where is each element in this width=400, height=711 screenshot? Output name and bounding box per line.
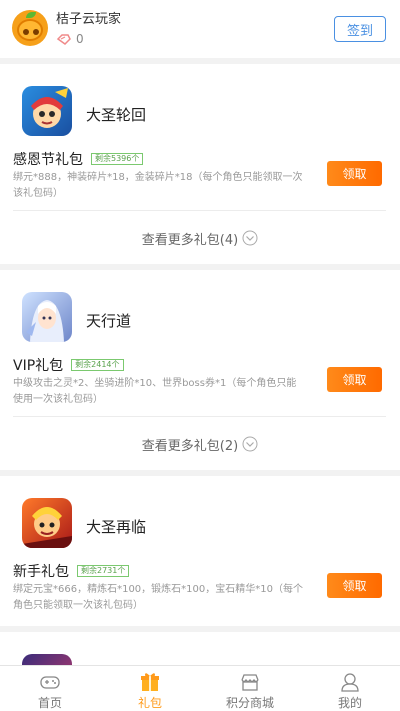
remain-badge: 剩余2414个 — [71, 359, 124, 371]
claim-button[interactable]: 领取 — [327, 367, 382, 392]
nav-gift[interactable]: 礼包 — [100, 666, 200, 711]
claim-button[interactable]: 领取 — [327, 161, 382, 186]
nav-mall[interactable]: 积分商城 — [200, 666, 300, 711]
gift-title-row: 新手礼包 剩余2731个 — [13, 561, 130, 581]
remain-badge: 剩余2731个 — [77, 565, 130, 577]
remain-badge: 剩余5396个 — [91, 153, 144, 165]
gift-title-row: 感恩节礼包 剩余5396个 — [13, 149, 144, 169]
nav-home-label: 首页 — [37, 696, 62, 710]
gift-title: VIP礼包 — [13, 358, 64, 374]
nav-mine[interactable]: 我的 — [300, 666, 400, 711]
nav-gift-label: 礼包 — [137, 696, 162, 710]
game-icon[interactable] — [22, 292, 72, 342]
bottom-nav: 首页 礼包 积分商城 我的 — [0, 665, 400, 711]
gift-desc: 中级攻击之灵*2、坐骑进阶*10、世界boss券*1（每个角色只能使用一次该礼包… — [13, 378, 297, 405]
game-name: 大圣再临 — [86, 518, 147, 536]
gift-icon — [141, 673, 159, 691]
nav-home[interactable]: 首页 — [0, 666, 100, 711]
nav-mall-label: 积分商城 — [225, 696, 274, 710]
page: 桔子云玩家 0 签到 大圣轮回 感恩节礼包 剩余5396个 绑元*888，神装碎… — [0, 0, 400, 711]
candy-icon — [56, 34, 71, 45]
game-row[interactable]: 大圣再临 — [0, 476, 400, 560]
points-row: 0 — [56, 32, 84, 46]
chevron-down-icon — [242, 436, 258, 452]
game-icon[interactable] — [22, 498, 72, 548]
gift-title-row: VIP礼包 剩余2414个 — [13, 355, 124, 375]
game-row[interactable]: 大圣轮回 — [0, 64, 400, 148]
points-value: 0 — [76, 32, 84, 46]
gamepad-icon — [40, 676, 60, 689]
gift-title: 感恩节礼包 — [13, 152, 83, 168]
divider — [13, 210, 386, 211]
more-gifts-label: 查看更多礼包(4) — [141, 232, 239, 248]
more-gifts-label: 查看更多礼包(2) — [141, 438, 239, 454]
game-name: 天行道 — [86, 312, 132, 330]
game-card: 天行道 VIP礼包 剩余2414个 中级攻击之灵*2、坐骑进阶*10、世界bos… — [0, 270, 400, 470]
claim-button[interactable]: 领取 — [327, 573, 382, 598]
gift-desc: 绑定元宝*666，精炼石*100，锻炼石*100，宝石精华*10（每个角色只能领… — [13, 584, 303, 611]
user-name: 桔子云玩家 — [56, 12, 122, 27]
gift-desc: 绑元*888，神装碎片*18，金装碎片*18（每个角色只能领取一次该礼包码） — [13, 172, 303, 199]
game-card: 大圣轮回 感恩节礼包 剩余5396个 绑元*888，神装碎片*18，金装碎片*1… — [0, 64, 400, 264]
game-name: 大圣轮回 — [86, 106, 147, 124]
avatar[interactable] — [12, 10, 48, 46]
game-card: 大圣再临 新手礼包 剩余2731个 绑定元宝*666，精炼石*100，锻炼石*1… — [0, 476, 400, 626]
store-icon — [241, 674, 259, 691]
game-icon[interactable] — [22, 86, 72, 136]
more-gifts-link[interactable]: 查看更多礼包(2) — [0, 432, 400, 456]
user-header: 桔子云玩家 0 签到 — [0, 0, 400, 58]
chevron-down-icon — [242, 230, 258, 246]
user-icon — [341, 673, 359, 692]
gift-title: 新手礼包 — [13, 564, 69, 580]
divider — [13, 416, 386, 417]
more-gifts-link[interactable]: 查看更多礼包(4) — [0, 226, 400, 250]
game-row[interactable]: 天行道 — [0, 270, 400, 354]
nav-mine-label: 我的 — [337, 696, 362, 710]
checkin-button[interactable]: 签到 — [334, 16, 386, 42]
